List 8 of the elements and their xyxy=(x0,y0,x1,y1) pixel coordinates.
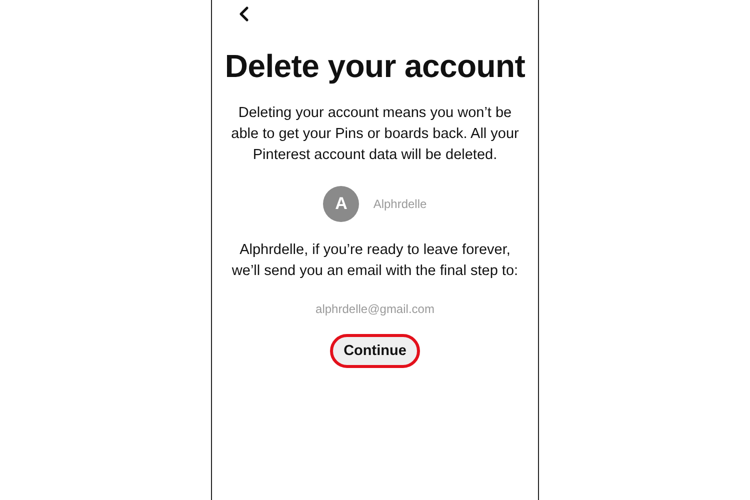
avatar: A xyxy=(323,186,360,222)
account-name: Alphrdelle xyxy=(373,197,427,211)
page-title: Delete your account xyxy=(224,48,526,85)
email-address: alphrdelle@gmail.com xyxy=(316,302,434,316)
message-text: Alphrdelle, if you’re ready to leave forever, we’ll send you an email with the final step to: xyxy=(230,241,520,281)
description-text: Deleting your account means you won’t be able to get your Pins or boards back. All your Pinterest account data will be deleted. xyxy=(230,104,520,165)
continue-button[interactable]: Continue xyxy=(330,334,420,368)
back-icon xyxy=(238,6,250,22)
